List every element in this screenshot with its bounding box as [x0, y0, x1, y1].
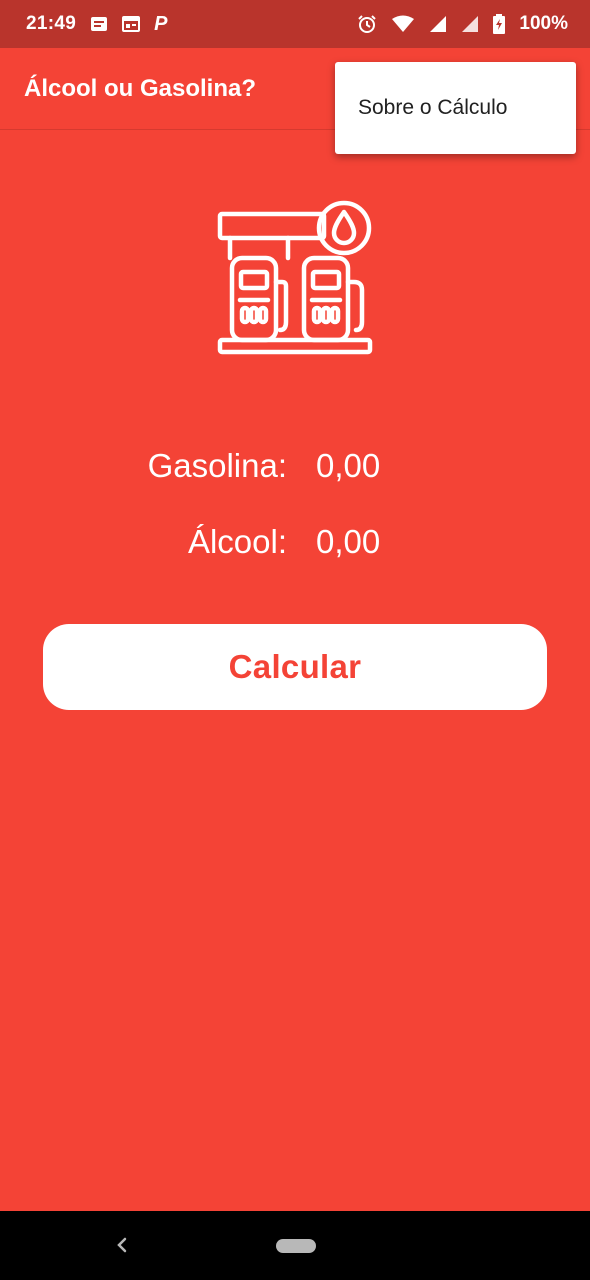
status-right: 100%	[357, 13, 568, 35]
calendar-icon	[122, 16, 141, 32]
wifi-icon	[391, 15, 415, 33]
app-title: Álcool ou Gasolina?	[24, 74, 257, 102]
status-left: 21:49 P	[26, 13, 167, 35]
menu-item-sobre-o-calculo[interactable]: Sobre o Cálculo	[358, 96, 507, 120]
gasoline-value[interactable]: 0,00	[316, 447, 380, 485]
gasoline-label: Gasolina:	[147, 447, 287, 484]
notification-icon	[90, 16, 108, 32]
signal-icon	[461, 15, 479, 33]
home-pill-icon[interactable]	[276, 1239, 316, 1253]
alcohol-value[interactable]: 0,00	[316, 523, 380, 561]
status-bar: 21:49 P 100%	[0, 0, 590, 48]
battery-charging-icon	[493, 14, 506, 34]
alcohol-label: Álcool:	[187, 523, 287, 560]
gasoline-row: Gasolina: 0,00	[0, 442, 590, 490]
signal-icon	[429, 15, 447, 33]
battery-percent: 100%	[519, 13, 568, 34]
status-time: 21:49	[26, 13, 77, 34]
overflow-menu: Sobre o Cálculo	[335, 62, 576, 154]
back-icon[interactable]	[110, 1231, 134, 1259]
alarm-icon	[357, 14, 377, 34]
alcohol-row: Álcool: 0,00	[0, 518, 590, 566]
fuel-pump-icon	[216, 200, 374, 358]
parking-icon: P	[154, 13, 168, 35]
calculate-button[interactable]: Calcular	[43, 624, 547, 710]
